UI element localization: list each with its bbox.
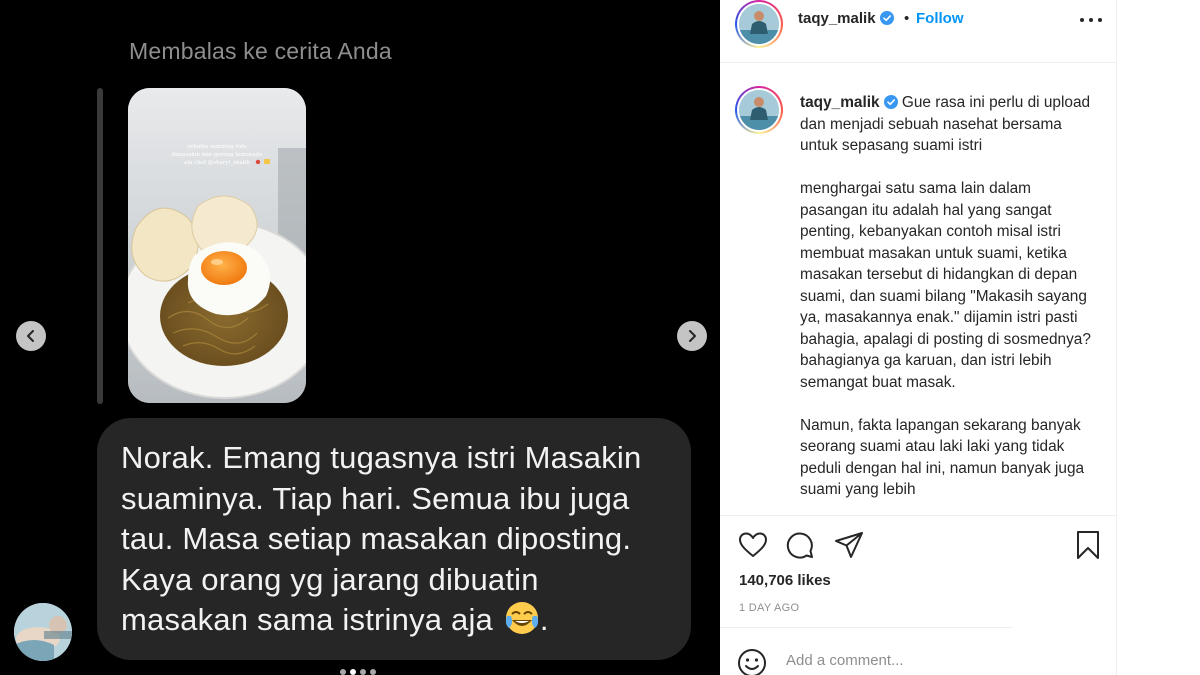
carousel-dot	[340, 669, 346, 675]
more-options-icon	[1080, 18, 1084, 22]
emoji-picker-button[interactable]	[737, 648, 767, 675]
verified-badge-icon	[879, 11, 894, 25]
story-caption-line: ala chef @sheryl_shahh	[184, 159, 250, 166]
caption-paragraph: menghargai satu sama lain dalam pasangan…	[800, 180, 1091, 391]
author-avatar[interactable]	[735, 0, 783, 48]
like-button[interactable]	[737, 529, 769, 561]
chevron-right-icon	[689, 330, 696, 342]
sender-avatar-image	[14, 603, 72, 661]
carousel-dot	[360, 669, 366, 675]
caption-area: taqy_malik Gue rasa ini perlu di upload …	[720, 64, 1117, 515]
heart-icon	[739, 532, 767, 557]
share-button[interactable]	[833, 529, 865, 561]
post-media: Membalas ke cerita Anda sehabis morning …	[0, 0, 720, 675]
header-separator: •	[904, 10, 910, 27]
reply-message-text: Norak. Emang tugasnya istri Masakin suam…	[121, 440, 642, 637]
post-actions: 140,706 likes 1 DAY AGO	[720, 515, 1117, 627]
story-caption-line: dimasakin mie goreng lemonade	[172, 152, 263, 158]
story-reply-label: Membalas ke cerita Anda	[129, 38, 392, 64]
next-slide-button[interactable]	[677, 321, 707, 351]
post-caption: taqy_malik Gue rasa ini perlu di upload …	[800, 92, 1100, 515]
carousel-dot	[370, 669, 376, 675]
paper-plane-icon	[835, 532, 863, 558]
page-background	[1117, 0, 1200, 675]
quote-bar	[97, 88, 103, 404]
previous-slide-button[interactable]	[16, 321, 46, 351]
reply-message-end: .	[539, 602, 549, 637]
more-options-button[interactable]	[1080, 12, 1102, 28]
add-comment-row	[720, 628, 1117, 675]
likes-count[interactable]: 140,706 likes	[739, 572, 831, 589]
follow-button[interactable]: Follow	[916, 10, 964, 27]
caption-username[interactable]: taqy_malik	[800, 94, 880, 111]
carousel-indicator	[340, 669, 376, 675]
verified-badge-icon	[883, 95, 898, 109]
story-thumbnail: sehabis morning ride dimasakin mie goren…	[128, 88, 306, 403]
caption-author-avatar[interactable]	[735, 86, 783, 134]
author-username[interactable]: taqy_malik	[798, 10, 894, 27]
fried-noodle-photo: sehabis morning ride dimasakin mie goren…	[128, 88, 306, 403]
save-button[interactable]	[1072, 529, 1104, 561]
post-header: taqy_malik • Follow	[720, 0, 1117, 63]
comment-bubble-icon	[786, 532, 813, 559]
post-date[interactable]: 1 DAY AGO	[739, 602, 799, 614]
caption-author-avatar-image	[739, 90, 779, 130]
comment-input[interactable]	[786, 652, 1086, 669]
chevron-left-icon	[27, 330, 34, 342]
post-panel: taqy_malik • Follow taqy_malik Gue rasa …	[720, 0, 1117, 675]
carousel-dot-active	[350, 669, 356, 675]
reply-message-bubble: Norak. Emang tugasnya istri Masakin suam…	[97, 418, 691, 660]
author-avatar-image	[739, 4, 779, 44]
author-username-text[interactable]: taqy_malik	[798, 10, 876, 27]
sender-avatar	[14, 603, 72, 661]
tears-of-joy-emoji-icon	[505, 602, 538, 634]
story-caption-line: sehabis morning ride	[187, 144, 246, 150]
comment-button[interactable]	[784, 529, 816, 561]
smiley-icon	[738, 649, 766, 675]
caption-paragraph: Namun, fakta lapangan sekarang banyak se…	[800, 416, 1085, 499]
bookmark-icon	[1077, 531, 1099, 559]
